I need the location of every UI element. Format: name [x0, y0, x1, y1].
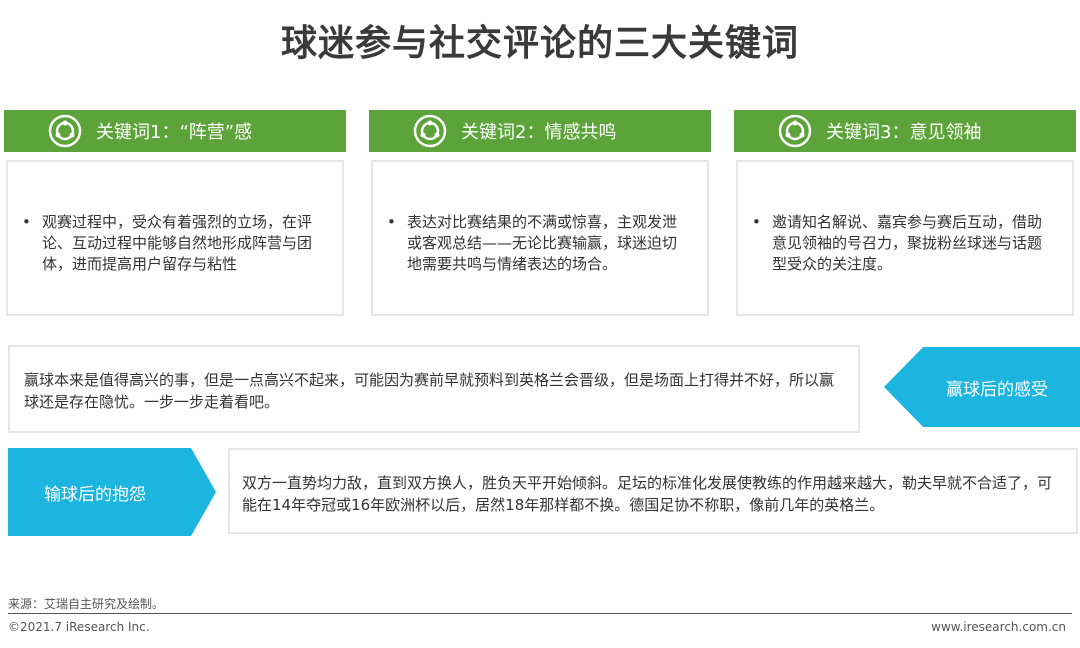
lose-complaint-label: 输球后的抱怨: [8, 448, 216, 536]
keyword-3-title: 关键词3：意见领袖: [826, 122, 982, 143]
keyword-1-box: 观赛过程中，受众有着强烈的立场，在评论、互动过程中能够自然地形成阵营与团体，进而…: [6, 160, 344, 316]
keyword-3-text: 邀请知名解说、嘉宾参与赛后互动，借助意见领袖的号召力，聚拢粉丝球迷与话题型受众的…: [752, 212, 1054, 275]
lose-complaint-text: 输球后的抱怨: [44, 484, 146, 505]
keyword-1-text: 观赛过程中，受众有着强烈的立场，在评论、互动过程中能够自然地形成阵营与团体，进而…: [22, 212, 324, 275]
source-note: 来源：艾瑞自主研究及绘制。: [8, 597, 165, 611]
keyword-3-box: 邀请知名解说、嘉宾参与赛后互动，借助意见领袖的号召力，聚拢粉丝球迷与话题型受众的…: [736, 160, 1074, 316]
target-circle-icon: [48, 114, 82, 148]
target-circle-icon: [778, 114, 812, 148]
footer-divider: [8, 613, 1072, 614]
keyword-3-header: 关键词3：意见领袖: [734, 110, 1076, 152]
keyword-2-header: 关键词2：情感共鸣: [369, 110, 711, 152]
keyword-2-text: 表达对比赛结果的不满或惊喜，主观发泄或客观总结——无论比赛输赢，球迷迫切地需要共…: [387, 212, 689, 275]
win-feeling-text: 赢球后的感受: [946, 379, 1048, 400]
keyword-1-title: 关键词1：“阵营”感: [96, 122, 253, 143]
keyword-2-box: 表达对比赛结果的不满或惊喜，主观发泄或客观总结——无论比赛输赢，球迷迫切地需要共…: [371, 160, 709, 316]
website-link[interactable]: www.iresearch.com.cn: [931, 620, 1066, 634]
win-comment-text: 赢球本来是值得高兴的事，但是一点高兴不起来，可能因为赛前早就预料到英格兰会晋级，…: [24, 371, 835, 411]
win-comment-box: 赢球本来是值得高兴的事，但是一点高兴不起来，可能因为赛前早就预料到英格兰会晋级，…: [8, 345, 860, 433]
target-circle-icon: [413, 114, 447, 148]
lose-comment-box: 双方一直势均力敌，直到双方换人，胜负天平开始倾斜。足坛的标准化发展使教练的作用越…: [228, 448, 1078, 534]
copyright: ©2021.7 iResearch Inc.: [8, 620, 150, 634]
page-title: 球迷参与社交评论的三大关键词: [280, 23, 799, 64]
keyword-1-header: 关键词1：“阵营”感: [4, 110, 346, 152]
keyword-2-title: 关键词2：情感共鸣: [461, 122, 617, 143]
lose-comment-text: 双方一直势均力敌，直到双方换人，胜负天平开始倾斜。足坛的标准化发展使教练的作用越…: [242, 474, 1053, 514]
win-feeling-label: 赢球后的感受: [884, 347, 1080, 427]
